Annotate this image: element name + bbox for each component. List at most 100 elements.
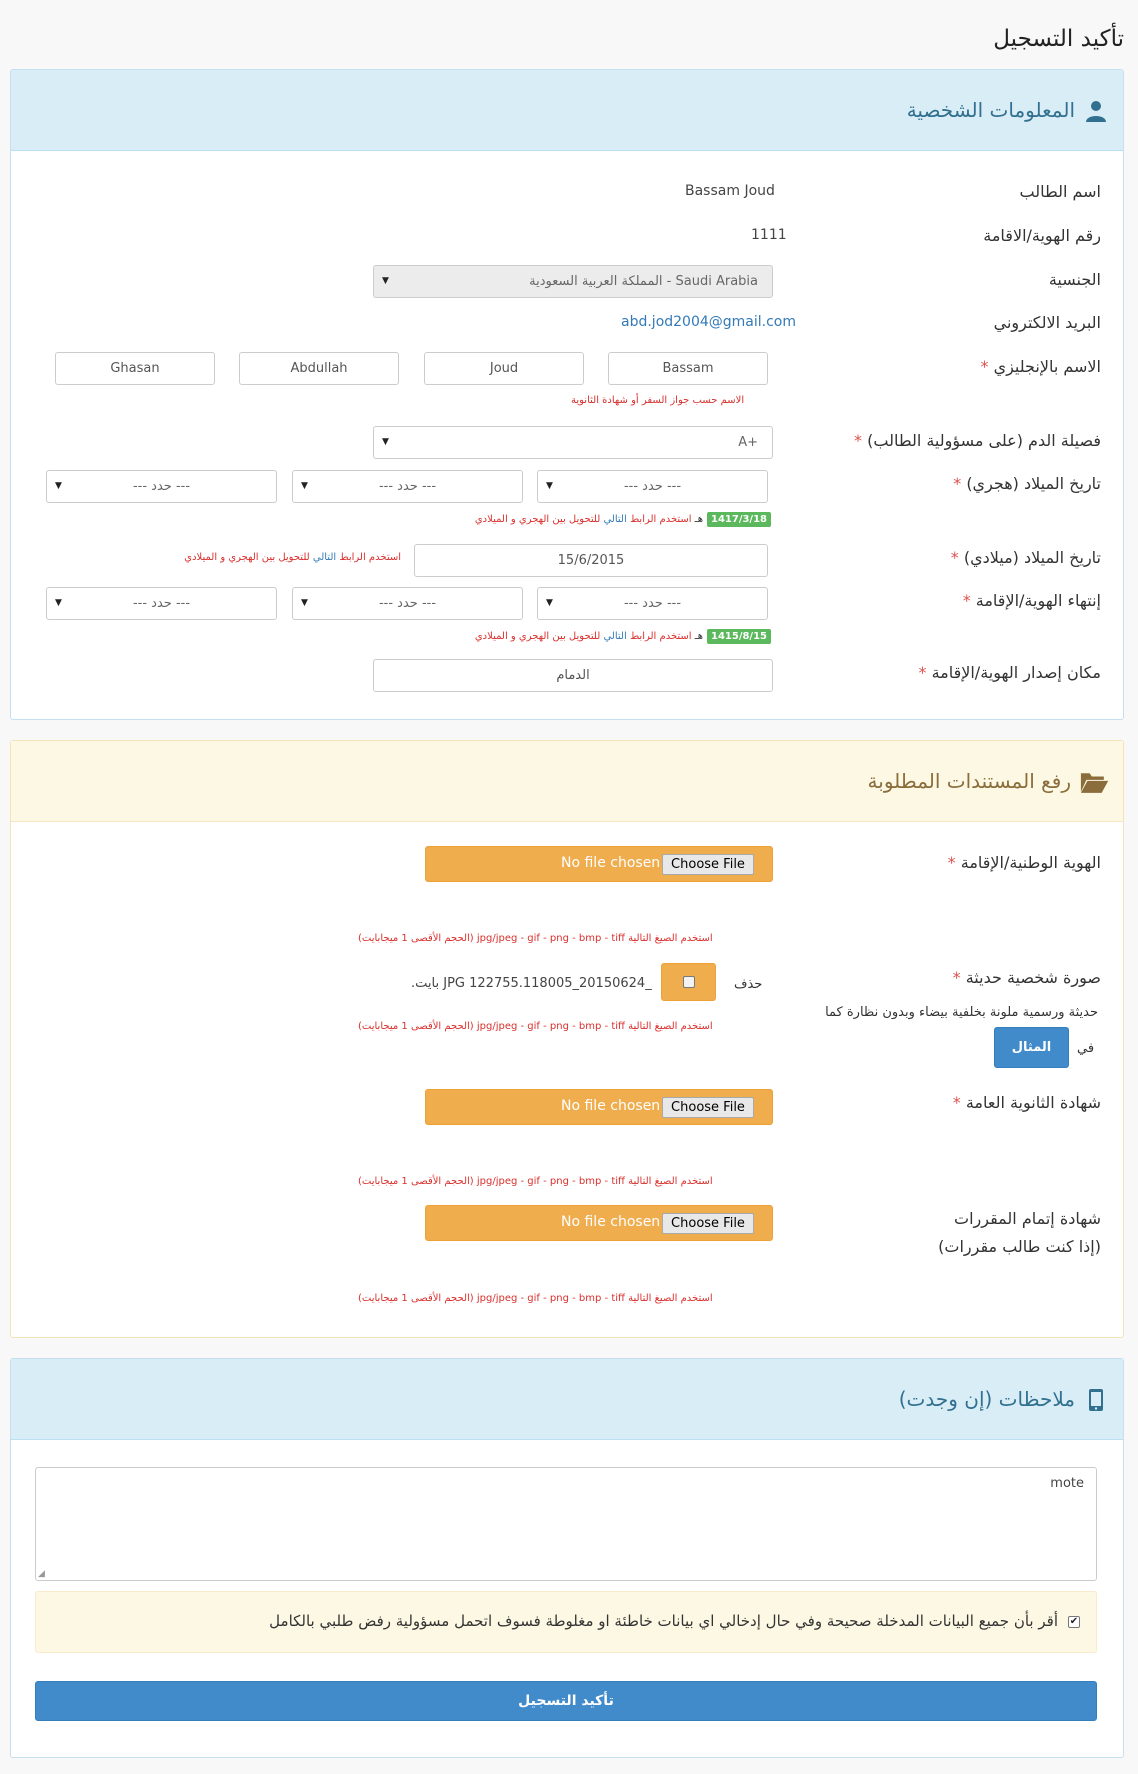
courses-label-note: (إذا كنت طالب مقررات) — [938, 1237, 1101, 1256]
page-title: تأكيد التسجيل — [993, 26, 1124, 52]
chevron-down-icon: ▼ — [301, 481, 308, 491]
blood-type-select[interactable]: A+ ▼ — [373, 426, 773, 459]
email-value[interactable]: abd.jod2004@gmail.com — [621, 314, 796, 330]
english-grandfather-name-input[interactable]: Abdullah — [239, 352, 399, 385]
english-name-hint: الاسم حسب جواز السفر أو شهادة الثانوية — [571, 395, 745, 406]
no-file-text: No file chosen — [561, 1098, 661, 1114]
hijri-dob-day-selected: --- حدد --- — [623, 479, 682, 494]
hijri-suffix: هـ — [694, 514, 703, 525]
resize-handle-icon[interactable]: ◢ — [38, 1569, 45, 1579]
id-expiry-day-select[interactable]: --- حدد --- ▼ — [537, 587, 768, 620]
convert-link[interactable]: التالي — [603, 631, 626, 642]
convert-link[interactable]: التالي — [603, 514, 626, 525]
required-mark: * — [918, 663, 927, 682]
nationality-label: الجنسية — [1048, 270, 1101, 289]
example-button[interactable]: المثال — [994, 1027, 1069, 1068]
courses-file-input[interactable]: No file chosen Choose File — [425, 1205, 773, 1241]
photo-delete-checkbox-wrapper[interactable] — [661, 963, 716, 1001]
issue-place-input[interactable]: الدمام — [373, 659, 773, 692]
required-mark: * — [947, 853, 956, 872]
notes-textarea[interactable]: mote ◢ — [35, 1467, 1097, 1581]
notes-textarea-value: mote — [1050, 1476, 1084, 1491]
issue-place-label-text: مكان إصدار الهوية/الإقامة — [931, 663, 1101, 682]
required-mark: * — [953, 474, 962, 493]
highschool-formats-hint: استخدم الصيغ التالية jpg/jpeg - gif - pn… — [358, 1176, 713, 1187]
hijri-dob-year-select[interactable]: --- حدد --- ▼ — [46, 470, 277, 503]
national-id-label-text: الهوية الوطنية/الإقامة — [960, 853, 1101, 872]
chevron-down-icon: ▼ — [55, 481, 62, 491]
documents-panel: رفع المستندات المطلوبة الهوية الوطنية/ال… — [10, 740, 1124, 1338]
personal-info-heading: المعلومات الشخصية — [11, 70, 1123, 151]
national-id-formats-hint: استخدم الصيغ التالية jpg/jpeg - gif - pn… — [358, 933, 713, 944]
english-father-name-input[interactable]: Joud — [424, 352, 584, 385]
issue-place-label: مكان إصدار الهوية/الإقامة * — [918, 663, 1101, 682]
id-expiry-month-select[interactable]: --- حدد --- ▼ — [292, 587, 523, 620]
id-expiry-year-select[interactable]: --- حدد --- ▼ — [46, 587, 277, 620]
convert-hint-post: للتحويل بين الهجري و الميلادي — [184, 552, 310, 563]
convert-hint-pre: استخدم الرابط — [629, 631, 692, 642]
chevron-down-icon: ▼ — [301, 598, 308, 608]
nationality-selected: Saudi Arabia - المملكة العربية السعودية — [529, 274, 758, 289]
photo-description: حديثة ورسمية ملونة بخلفية بيضاء وبدون نظ… — [825, 1005, 1098, 1020]
photo-formats-hint: استخدم الصيغ التالية jpg/jpeg - gif - pn… — [358, 1021, 713, 1032]
chevron-down-icon: ▼ — [55, 598, 62, 608]
id-number-label: رقم الهوية/الاقامة — [983, 226, 1101, 245]
agreement-box: ✔ أقر بأن جميع البيانات المدخلة صحيحة وف… — [35, 1591, 1097, 1653]
choose-file-button[interactable]: Choose File — [662, 1097, 754, 1118]
id-expiry-month-selected: --- حدد --- — [378, 596, 437, 611]
hijri-suffix: هـ — [694, 631, 703, 642]
id-expiry-year-selected: --- حدد --- — [132, 596, 191, 611]
student-name-label: اسم الطالب — [1019, 182, 1102, 201]
student-name-value: Bassam Joud — [685, 183, 775, 199]
photo-label-text: صورة شخصية حديثة — [965, 968, 1101, 987]
english-family-name-input[interactable]: Ghasan — [55, 352, 215, 385]
user-icon — [1086, 101, 1106, 122]
submit-button[interactable]: تأكيد التسجيل — [35, 1681, 1097, 1721]
nationality-select[interactable]: Saudi Arabia - المملكة العربية السعودية … — [373, 265, 773, 298]
photo-label: صورة شخصية حديثة * — [953, 968, 1101, 987]
id-expiry-label-text: إنتهاء الهوية/الإقامة — [975, 591, 1101, 610]
agreement-text: أقر بأن جميع البيانات المدخلة صحيحة وفي … — [269, 1612, 1058, 1630]
greg-dob-label: تاريخ الميلاد (ميلادي) * — [951, 548, 1101, 567]
greg-dob-input[interactable]: 15/6/2015 — [414, 544, 768, 577]
documents-heading: رفع المستندات المطلوبة — [11, 741, 1123, 822]
choose-file-button[interactable]: Choose File — [662, 854, 754, 875]
folder-open-icon — [1080, 773, 1109, 793]
hijri-dob-day-select[interactable]: --- حدد --- ▼ — [537, 470, 768, 503]
required-mark: * — [952, 1093, 961, 1112]
hijri-dob-month-select[interactable]: --- حدد --- ▼ — [292, 470, 523, 503]
national-id-label: الهوية الوطنية/الإقامة * — [948, 853, 1101, 872]
notes-heading: ملاحظات (إن وجدت) — [11, 1359, 1123, 1440]
photo-delete-label: حذف — [734, 977, 763, 992]
english-first-name-input[interactable]: Bassam — [608, 352, 768, 385]
photo-delete-checkbox[interactable] — [683, 976, 695, 988]
agreement-checkbox[interactable]: ✔ — [1068, 1616, 1080, 1628]
blood-type-label: فصيلة الدم (على مسؤولية الطالب) * — [854, 431, 1101, 450]
required-mark: * — [980, 357, 989, 376]
choose-file-button[interactable]: Choose File — [662, 1213, 754, 1234]
convert-hint-post: للتحويل بين الهجري و الميلادي — [474, 514, 601, 525]
highschool-label: شهادة الثانوية العامة * — [953, 1093, 1101, 1112]
hijri-dob-label: تاريخ الميلاد (هجري) * — [953, 474, 1101, 493]
id-number-value: 1111 — [751, 227, 787, 243]
required-mark: * — [950, 548, 959, 567]
chevron-down-icon: ▼ — [382, 276, 389, 286]
blood-type-label-text: فصيلة الدم (على مسؤولية الطالب) — [867, 431, 1101, 450]
personal-info-title: المعلومات الشخصية — [906, 98, 1075, 122]
highschool-label-text: شهادة الثانوية العامة — [965, 1093, 1101, 1112]
english-name-label-text: الاسم بالإنجليزي — [993, 357, 1101, 376]
hijri-dob-label-text: تاريخ الميلاد (هجري) — [966, 474, 1101, 493]
english-name-label: الاسم بالإنجليزي * — [980, 357, 1101, 376]
convert-link[interactable]: التالي — [313, 552, 336, 563]
hijri-dob-hint: 1417/3/18هـ استخدم الرابط التالي للتحويل… — [475, 512, 771, 527]
chevron-down-icon: ▼ — [546, 598, 553, 608]
email-label: البريد الالكتروني — [993, 313, 1101, 332]
blood-type-selected: A+ — [738, 435, 758, 450]
photo-in-text: في — [1077, 1041, 1095, 1056]
no-file-text: No file chosen — [561, 855, 661, 871]
highschool-file-input[interactable]: No file chosen Choose File — [425, 1089, 773, 1125]
chevron-down-icon: ▼ — [382, 437, 389, 447]
hijri-dob-month-selected: --- حدد --- — [378, 479, 437, 494]
id-expiry-badge: 1415/8/15 — [706, 629, 771, 644]
national-id-file-input[interactable]: No file chosen Choose File — [425, 846, 773, 882]
